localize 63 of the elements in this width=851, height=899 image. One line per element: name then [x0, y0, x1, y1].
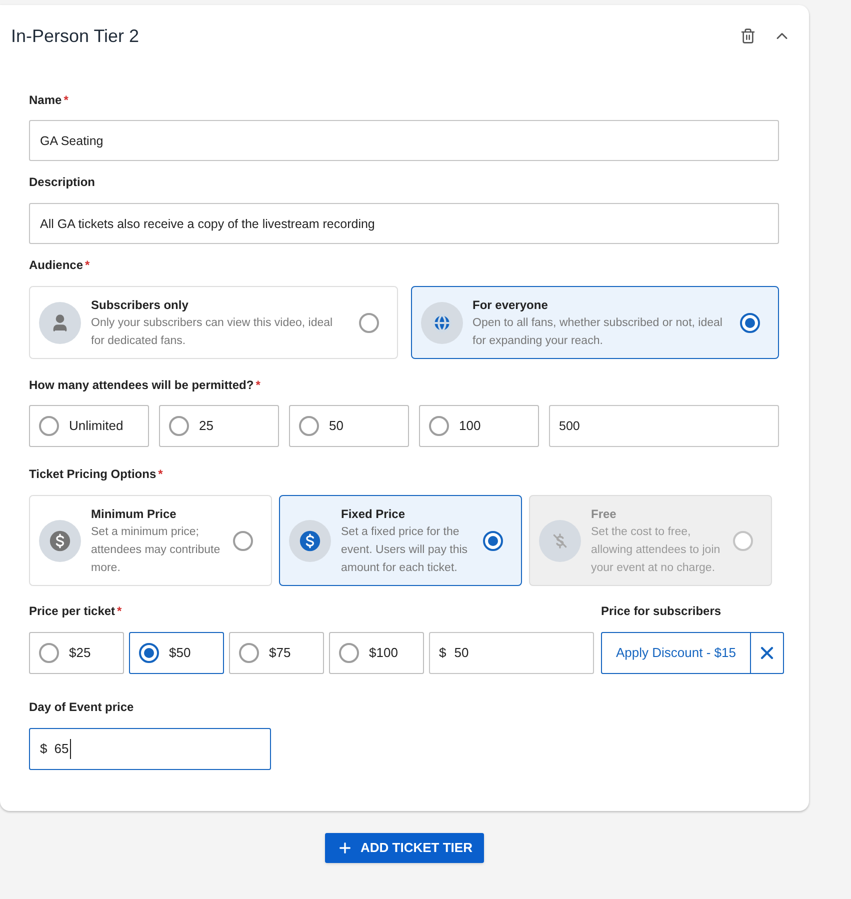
field-label: Name — [29, 93, 62, 108]
field-label: Audience — [29, 258, 84, 273]
radio-button[interactable] — [239, 643, 259, 663]
custom-attendees-field[interactable]: 500 — [549, 405, 779, 447]
choice-option[interactable]: $100 — [329, 632, 424, 674]
option-description: Set the cost to free, allowing attendees to join your event at no charge. — [591, 524, 722, 576]
option-title: Subscribers only — [91, 296, 190, 314]
delete-icon[interactable] — [740, 27, 756, 45]
option-card[interactable]: Minimum Price Set a minimum price; attendees may contribute more. — [29, 495, 272, 586]
dollar-icon — [39, 520, 81, 562]
required-mark: * — [64, 93, 68, 108]
dollar-icon — [289, 520, 331, 562]
field-label: Day of Event price — [29, 700, 134, 715]
radio-button[interactable] — [358, 312, 378, 332]
choice-option[interactable]: 100 — [419, 405, 539, 447]
option-description: Set a fixed price for the event. Users will pay this amount for each ticket. — [341, 524, 469, 576]
option-description: Only your subscribers can view this video, ideal for dedicated fans. — [91, 316, 334, 348]
option-title: Minimum Price — [91, 506, 178, 522]
option-description: Open to all fans, whether subscribed or not, ideal for expanding your reach. — [472, 316, 724, 348]
required-mark: * — [256, 378, 260, 393]
add-ticket-tier-button[interactable]: ADD TICKET TIER — [324, 833, 484, 863]
option-card[interactable]: Subscribers only Only your subscribers can view this video, ideal for dedicated fans. — [29, 286, 398, 359]
choice-option[interactable]: $75 — [229, 632, 324, 674]
required-mark: * — [85, 258, 90, 273]
option-title: Fixed Price — [341, 506, 406, 522]
choice-option[interactable]: $25 — [29, 632, 124, 674]
field-label: Description — [29, 175, 96, 190]
close-button[interactable] — [751, 632, 784, 674]
radio-button[interactable] — [429, 416, 449, 436]
radio-button[interactable] — [169, 416, 189, 436]
option-description: Set a minimum price; attendees may contribute more. — [91, 524, 222, 576]
choice-option[interactable]: 25 — [159, 405, 279, 447]
required-mark: * — [158, 467, 163, 482]
choice-option[interactable]: Unlimited — [29, 405, 149, 447]
day-of-event-price-field[interactable]: $ 65 — [29, 728, 271, 770]
radio-button[interactable] — [483, 530, 503, 550]
plus-icon — [336, 840, 353, 856]
option-card[interactable]: Fixed Price Set a fixed price for the event. Users will pay this amount for each ticket. — [279, 495, 522, 586]
choice-option[interactable]: $50 — [129, 632, 224, 674]
choice-option[interactable]: 50 — [289, 405, 409, 447]
radio-button[interactable] — [39, 416, 59, 436]
description-field[interactable]: All GA tickets also receive a copy of the livestream recording — [29, 203, 779, 244]
option-title: For everyone — [472, 296, 549, 314]
field-label: How many attendees will be permitted? — [29, 378, 254, 393]
custom-price-field[interactable]: $ 50 — [429, 632, 594, 674]
field-label: Price per ticket — [29, 604, 116, 619]
apply-discount-button[interactable]: Apply Discount - $15 — [601, 632, 751, 674]
globe-icon — [420, 302, 462, 344]
radio-button[interactable] — [740, 312, 760, 332]
option-card[interactable]: For everyone Open to all fans, whether subscribed or not, ideal for expanding your reach. — [410, 286, 779, 359]
radio-button[interactable] — [233, 530, 253, 550]
radio-button[interactable] — [299, 416, 319, 436]
card-title: In-Person Tier 2 — [11, 24, 140, 48]
field-label: Price for subscribers — [601, 604, 722, 619]
radio-button[interactable] — [139, 643, 159, 663]
field-label: Ticket Pricing Options — [29, 467, 156, 482]
name-field[interactable]: GA Seating — [29, 120, 779, 161]
option-title: Free — [591, 506, 618, 522]
radio-button[interactable] — [39, 643, 59, 663]
required-mark: * — [117, 604, 122, 619]
crossed-dollar-icon — [539, 520, 581, 562]
person-icon — [39, 302, 81, 344]
radio-button[interactable] — [339, 643, 359, 663]
